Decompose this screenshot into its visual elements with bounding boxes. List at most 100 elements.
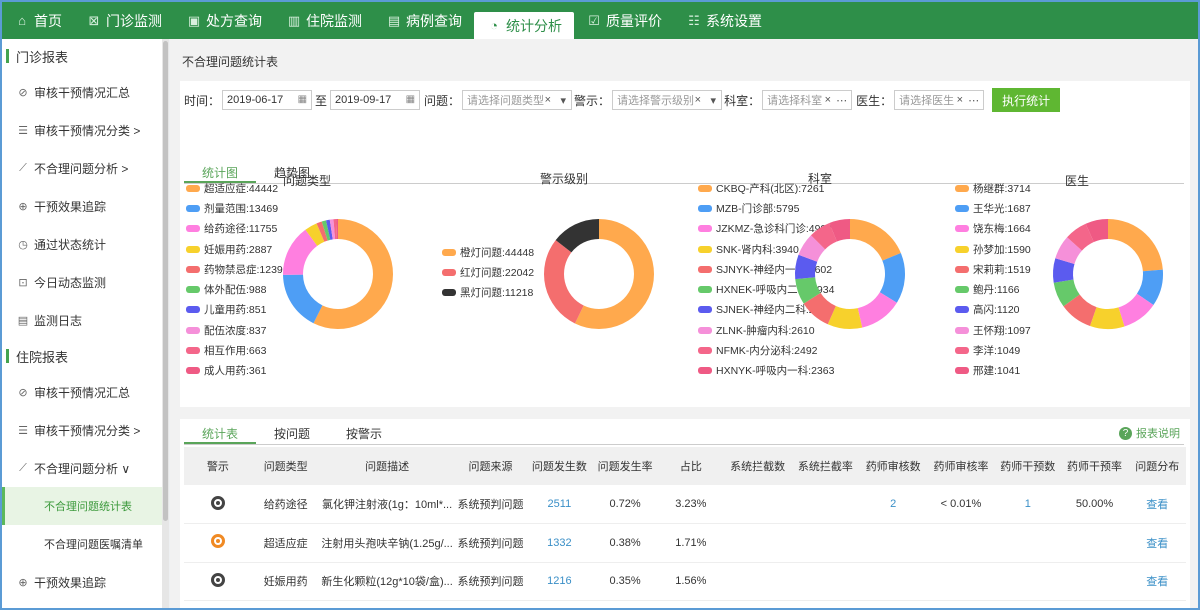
sidebar-scrollbar[interactable] [162, 39, 169, 608]
sidebar-item-monitor-log[interactable]: ▤ 监测日志 [2, 301, 162, 339]
scrollbar-thumb[interactable] [163, 41, 168, 521]
legend-item[interactable]: 杨继群:3714 [955, 178, 1031, 198]
warn-label: 警示： [574, 93, 611, 108]
donut-slice[interactable] [283, 274, 323, 324]
sidebar-item-problem-analysis[interactable]: ⟋ 不合理问题分析 > [2, 149, 162, 187]
sidebar-item-audit-summary-inpatient[interactable]: ⊘ 审核干预情况汇总 [2, 373, 162, 411]
view-link[interactable]: 查看 [1128, 523, 1186, 563]
nav-quality[interactable]: ☑ 质量评价 [574, 2, 674, 39]
sidebar-subitem-problem-orders[interactable]: 不合理问题医嘱清单 [2, 525, 162, 563]
doctor-select[interactable]: 请选择医生 × ⋯ [894, 90, 985, 110]
legend-item[interactable]: 孙梦加:1590 [955, 239, 1031, 259]
table-body: 给药途径 氯化钾注射液(1g：10ml*... 系统预判问题 2511 0.72% 3.2… [184, 485, 1186, 601]
legend-item[interactable]: 王怀翔:1097 [955, 320, 1031, 340]
clear-icon[interactable]: × [545, 94, 551, 106]
count-link[interactable] [859, 562, 928, 601]
count-link[interactable]: 2 [859, 485, 928, 524]
donut-slice[interactable] [850, 219, 901, 261]
report-help-link[interactable]: ? 报表说明 [1119, 425, 1180, 441]
legend-item[interactable]: 给药途径:11755 [186, 219, 283, 239]
legend-item[interactable]: 高闪:1120 [955, 300, 1031, 320]
legend-item[interactable]: 超适应症:44442 [186, 178, 283, 198]
table-cell: 0.72% [592, 485, 658, 524]
sidebar-item-audit-summary[interactable]: ⊘ 审核干预情况汇总 [2, 73, 162, 111]
count-link[interactable] [994, 523, 1061, 563]
sidebar-item-audit-category-inpatient[interactable]: ☰ 审核干预情况分类 > [2, 411, 162, 449]
count-link[interactable]: 1216 [526, 562, 593, 601]
legend-item[interactable]: 药物禁忌症:1239 [186, 259, 283, 279]
count-link[interactable] [859, 523, 928, 563]
sidebar-group-inpatient[interactable]: 住院报表 [2, 339, 162, 373]
count-link[interactable]: 1 [994, 485, 1061, 524]
sidebar-subitem-problem-stats[interactable]: 不合理问题统计表 [2, 487, 162, 525]
nav-inpatient-monitor[interactable]: ▥ 住院监测 [274, 2, 374, 39]
nav-outpatient-monitor[interactable]: ⊠ 门诊监测 [74, 2, 174, 39]
clear-icon[interactable]: × [695, 94, 701, 106]
legend-swatch [186, 286, 200, 294]
legend-item[interactable]: 妊娠用药:2887 [186, 239, 283, 259]
legend-item[interactable]: MZB-门诊部:5795 [698, 198, 834, 218]
warn-level-select[interactable]: 请选择警示级别 × ▾ [612, 90, 723, 110]
count-link[interactable] [994, 562, 1061, 601]
sidebar-group-outpatient[interactable]: 门诊报表 [2, 39, 162, 73]
clear-icon[interactable]: × [957, 94, 963, 106]
nav-statistics[interactable]: ◔ 统计分析 [474, 12, 574, 39]
legend-item[interactable]: 红灯问题:22042 [442, 262, 534, 282]
nav-prescription-query[interactable]: ▣ 处方查询 [174, 2, 274, 39]
view-link[interactable]: 查看 [1128, 562, 1186, 601]
more-icon[interactable]: ⋯ [968, 94, 979, 107]
legend-label: 李洋:1049 [973, 345, 1021, 358]
legend-item[interactable]: 体外配伍:988 [186, 279, 283, 299]
problem-type-select[interactable]: 请选择问题类型 × ▾ [462, 90, 573, 110]
legend-item[interactable]: 王华光:1687 [955, 198, 1031, 218]
count-link[interactable]: 2511 [526, 485, 593, 524]
sidebar-item-label: 通过状态统计 [34, 237, 107, 252]
donut-slice[interactable] [544, 240, 584, 324]
column-header: 系统拦截率 [791, 447, 860, 485]
sidebar-item-pass-status[interactable]: ◷ 通过状态统计 [2, 225, 162, 263]
sidebar-item-audit-category[interactable]: ☰ 审核干预情况分类 > [2, 111, 162, 149]
legend-item[interactable]: 宋莉莉:1519 [955, 259, 1031, 279]
donut-slice[interactable] [1108, 219, 1163, 272]
legend-item[interactable]: 李洋:1049 [955, 340, 1031, 360]
legend-item[interactable]: 相互作用:663 [186, 340, 283, 360]
legend-item[interactable]: 鲍丹:1166 [955, 279, 1031, 299]
sidebar-item-problem-analysis-inpatient[interactable]: ⟋ 不合理问题分析 ∨ [2, 449, 162, 487]
start-date-input[interactable]: 2019-06-17 ▦ [222, 90, 313, 110]
view-link[interactable]: 查看 [1128, 485, 1186, 524]
legend-item[interactable]: 配伍浓度:837 [186, 320, 283, 340]
run-stats-button[interactable]: 执行统计 [992, 88, 1061, 112]
legend-swatch [442, 248, 456, 256]
nav-case-query[interactable]: ▤ 病例查询 [374, 2, 474, 39]
legend-item[interactable]: 黑灯问题:11218 [442, 283, 534, 303]
chevron-down-icon[interactable]: ▾ [711, 94, 717, 107]
nav-label: 住院监测 [306, 12, 362, 29]
legend-item[interactable]: 儿童用药:851 [186, 300, 283, 320]
end-date-input[interactable]: 2019-09-17 ▦ [330, 90, 421, 110]
legend-item[interactable]: 饶东梅:1664 [955, 219, 1031, 239]
legend-item[interactable]: 剂量范围:13469 [186, 198, 283, 218]
sidebar-item-today-monitor[interactable]: ⊡ 今日动态监测 [2, 263, 162, 301]
sidebar-item-effect-tracking-inpatient[interactable]: ⊕ 干预效果追踪 [2, 563, 162, 601]
legend-item[interactable]: HXNYK-呼吸内一科:2363 [698, 361, 834, 381]
clear-icon[interactable]: × [825, 94, 831, 106]
legend-item[interactable]: 邢建:1041 [955, 361, 1031, 381]
legend-item[interactable]: 成人用药:361 [186, 361, 283, 381]
count-link[interactable]: 1332 [526, 523, 593, 563]
legend-item[interactable]: 橙灯问题:44448 [442, 242, 534, 262]
legend-label: 饶东梅:1664 [973, 223, 1031, 236]
dept-select[interactable]: 请选择科室 × ⋯ [762, 90, 853, 110]
tab-by-problem[interactable]: 按问题 [256, 423, 328, 444]
more-icon[interactable]: ⋯ [836, 94, 847, 107]
list-icon: ☰ [18, 424, 28, 437]
legend-label: HXNYK-呼吸内一科:2363 [716, 365, 835, 378]
legend-item[interactable]: CKBQ-产科(北区):7261 [698, 178, 834, 198]
sidebar-item-effect-tracking[interactable]: ⊕ 干预效果追踪 [2, 187, 162, 225]
chevron-down-icon[interactable]: ▾ [561, 94, 567, 107]
nav-home[interactable]: ⌂ 首页 [2, 2, 74, 39]
tab-by-warning[interactable]: 按警示 [328, 423, 400, 444]
tab-stats-table[interactable]: 统计表 [184, 423, 257, 444]
legend-item[interactable]: NFMK-内分泌科:2492 [698, 340, 834, 360]
chart-title: 警示级别 [540, 172, 589, 186]
nav-settings[interactable]: ☷ 系统设置 [674, 2, 774, 39]
